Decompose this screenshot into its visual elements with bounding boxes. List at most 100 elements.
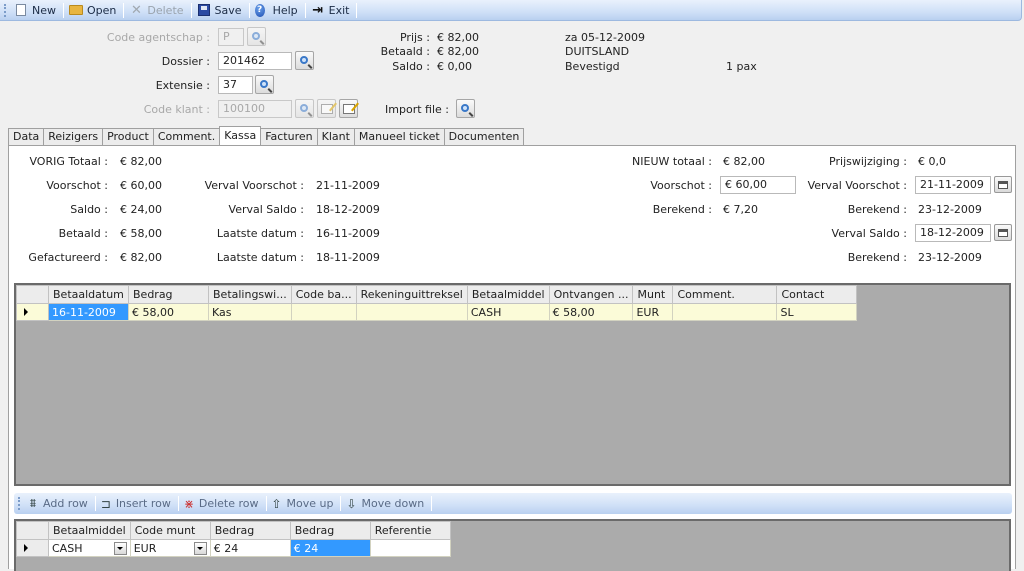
column-header[interactable]: Betaalmiddel [466,285,550,304]
arrow-down-icon: ⇩ [346,496,357,511]
code-agentschap-label: Code agentschap : [106,31,210,44]
nieuw-totaal-value: € 82,00 [723,155,765,168]
column-header[interactable]: Bedrag [209,521,291,540]
edit-icon [320,103,333,114]
table-row[interactable]: CASH EUR € 24 € 24 [16,539,451,557]
exit-icon: ⇥ [312,2,324,18]
cell-bedrag[interactable]: € 58,00 [128,303,209,321]
gefactureerd-label: Gefactureerd : [28,251,108,264]
chevron-down-icon[interactable] [193,541,207,555]
saldo-label: Saldo : [392,60,430,73]
code-klant-search-button[interactable] [295,99,314,118]
code-agentschap-field[interactable]: P [218,28,244,46]
tab-documenten[interactable]: Documenten [443,128,525,145]
insert-row-button[interactable]: ⊐ Insert row [97,494,177,513]
column-header[interactable]: Betalingswi... [208,285,292,304]
column-header[interactable]: Bedrag [289,521,371,540]
help-button[interactable]: ? Help [251,1,304,20]
code-klant-edit-button[interactable] [317,99,336,118]
cell-bedrag[interactable]: € 24 [209,539,291,557]
column-header[interactable]: Betaaldatum [48,285,129,304]
verval-voorschot-label: Verval Voorschot : [204,179,304,192]
new-button[interactable]: New [10,1,62,20]
column-header[interactable]: Comment. [672,285,778,304]
search-icon [299,103,308,112]
berekend-voorschot-label: Berekend : [847,203,907,216]
extensie-field[interactable]: 37 [218,76,253,94]
row-selector[interactable] [16,303,49,321]
tab-product[interactable]: Product [102,128,154,145]
cell-comment[interactable] [672,303,778,321]
delete-x-icon: ✕ [130,2,142,18]
row-pointer-icon [24,307,28,316]
tab-klant[interactable]: Klant [316,128,355,145]
column-header[interactable]: Code ba... [290,285,357,304]
column-header[interactable]: Referentie [369,521,451,540]
betaalmiddel-combo[interactable]: CASH [48,539,131,557]
nieuw-verval-voorschot-field[interactable]: 21-11-2009 [915,176,991,194]
cell-munt[interactable]: EUR [632,303,674,321]
column-header[interactable]: Munt [632,285,674,304]
column-header[interactable]: Contact [776,285,858,304]
cell-ontvangen[interactable]: € 58,00 [548,303,634,321]
verval-saldo-calendar-button[interactable] [994,224,1012,241]
save-button[interactable]: Save [193,1,248,20]
cell-betalingswijze[interactable]: Kas [208,303,292,321]
open-button[interactable]: Open [65,1,122,20]
cell-rekeninguittreksel[interactable] [355,303,468,321]
column-header[interactable]: Code munt [129,521,211,540]
entry-grid: Betaalmiddel Code munt Bedrag Bedrag Ref… [14,519,1011,571]
nieuw-verval-saldo-field[interactable]: 18-12-2009 [915,224,991,242]
tab-comment[interactable]: Comment. [152,128,221,145]
code-klant-edit-active-button[interactable] [339,99,358,118]
chevron-down-icon[interactable] [113,541,127,555]
calendar-icon [998,180,1008,189]
verval-saldo-value: 18-12-2009 [316,203,380,216]
table-row[interactable]: 16-11-2009 € 58,00 Kas CASH € 58,00 EUR … [16,303,858,321]
search-icon [251,31,260,40]
dossier-label: Dossier : [161,55,210,68]
tab-facturen[interactable]: Facturen [260,128,318,145]
row-selector[interactable] [16,539,49,557]
cell-contact[interactable]: SL [776,303,858,321]
cell-betaaldatum[interactable]: 16-11-2009 [48,303,129,321]
toolbar-grip[interactable] [18,497,21,510]
column-header[interactable]: Rekeninguittreksel [355,285,468,304]
column-header[interactable]: Betaalmiddel [48,521,131,540]
berekend-voorschot-value: 23-12-2009 [918,203,982,216]
dossier-field[interactable]: 201462 [218,52,292,70]
cell-code-bank[interactable] [290,303,357,321]
code-agentschap-search-button[interactable] [247,27,266,46]
cell-betaalmiddel[interactable]: CASH [466,303,550,321]
nieuw-voorschot-field[interactable]: € 60,00 [720,176,796,194]
move-down-button[interactable]: ⇩ Move down [342,494,430,513]
delete-row-button[interactable]: ⋇ Delete row [180,494,265,513]
toolbar-grip[interactable] [4,3,7,17]
column-header[interactable]: Ontvangen ... [548,285,634,304]
verval-voorschot-calendar-button[interactable] [994,176,1012,193]
extensie-search-button[interactable] [255,75,274,94]
exit-button[interactable]: ⇥ Exit [307,1,356,20]
vorig-totaal-value: € 82,00 [120,155,162,168]
add-row-button[interactable]: ⩩ Add row [24,494,94,513]
column-header[interactable]: Bedrag [128,285,209,304]
dossier-search-button[interactable] [295,51,314,70]
insert-row-icon: ⊐ [100,496,111,511]
extensie-label: Extensie : [155,79,210,92]
cell-bedrag-converted[interactable]: € 24 [289,539,371,557]
laatste-datum-1-value: 16-11-2009 [316,227,380,240]
tab-manueel-ticket[interactable]: Manueel ticket [353,128,445,145]
prijs-label: Prijs : [399,31,430,44]
prijswijziging-label: Prijswijziging : [829,155,907,168]
code-munt-combo[interactable]: EUR [129,539,211,557]
cell-referentie[interactable] [369,539,451,557]
edit-icon [342,103,355,114]
tab-reizigers[interactable]: Reizigers [43,128,104,145]
code-klant-field[interactable]: 100100 [218,100,292,118]
delete-button[interactable]: ✕ Delete [125,1,189,20]
move-up-button[interactable]: ⇧ Move up [268,494,340,513]
tab-kassa[interactable]: Kassa [219,126,262,145]
row-pointer-icon [24,543,28,552]
tab-data[interactable]: Data [8,128,45,145]
import-file-button[interactable] [456,99,475,118]
